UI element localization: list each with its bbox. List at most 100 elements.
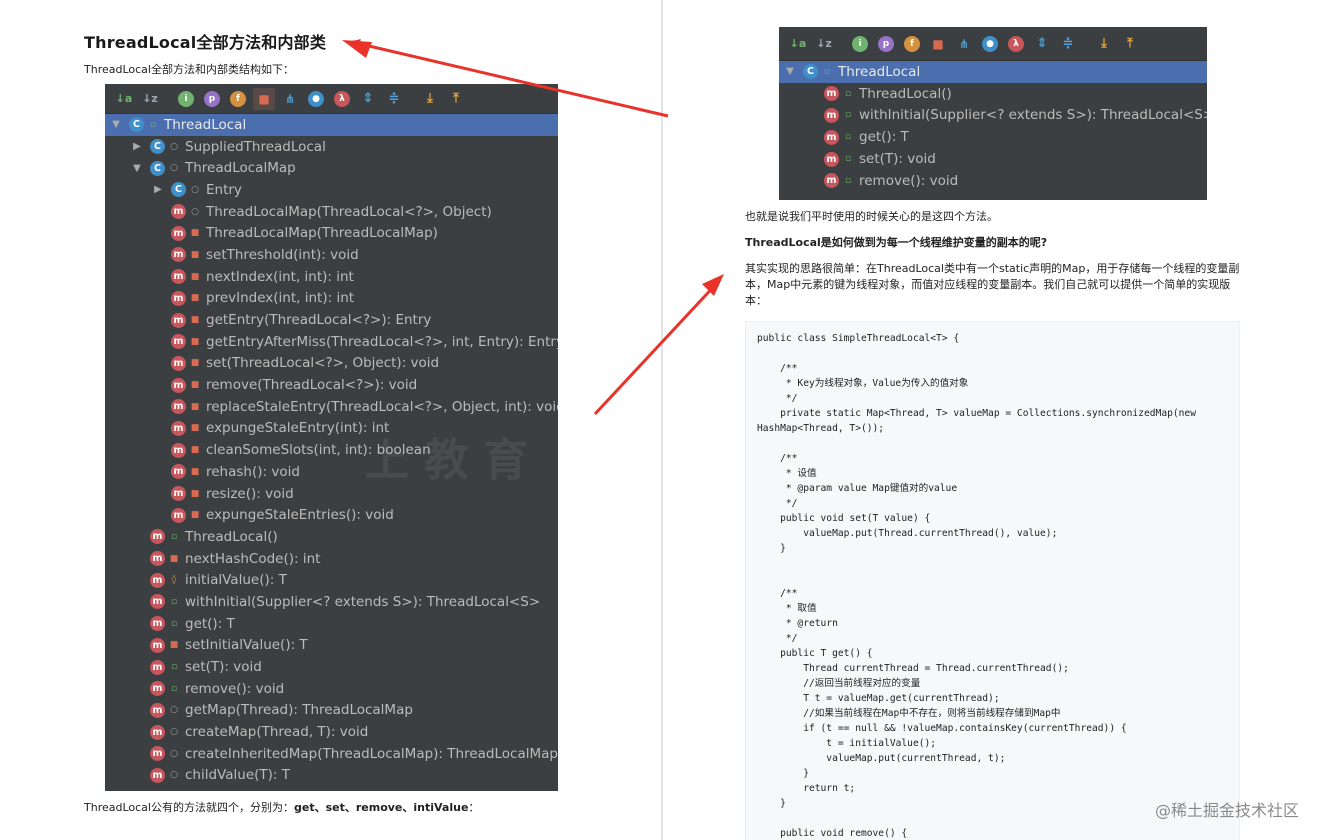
footer-text: ThreadLocal公有的方法就四个，分别为：get、set、remove、i… <box>84 799 479 816</box>
collapsed-arrow-icon[interactable]: ▶ <box>130 141 144 152</box>
private-lock-icon: ■ <box>169 640 179 651</box>
tree-node-label: childValue(T): T <box>185 767 290 784</box>
method-icon: m <box>171 204 186 220</box>
expanded-arrow-icon[interactable]: ▼ <box>783 66 797 77</box>
left-page: ThreadLocal全部方法和内部类 ThreadLocal全部方法和内部类结… <box>0 0 662 840</box>
tree-node[interactable]: m ▫ get(): T <box>779 126 1207 148</box>
collapsed-arrow-icon[interactable]: ▶ <box>151 184 165 195</box>
page-heading: ThreadLocal全部方法和内部类 <box>84 33 327 52</box>
tree-node[interactable]: ▼ C ○ ThreadLocalMap <box>105 157 558 179</box>
info-icon[interactable]: i <box>175 88 197 110</box>
lambda-icon[interactable]: λ <box>331 88 353 110</box>
expanded-arrow-icon[interactable]: ▼ <box>130 163 144 174</box>
tree-node[interactable]: ▼ C ▫ ThreadLocal <box>105 114 558 136</box>
tree-node[interactable]: m ○ createInheritedMap(ThreadLocalMap): Th… <box>105 743 558 765</box>
tree-node[interactable]: m ■ ThreadLocalMap(ThreadLocalMap) <box>105 222 558 244</box>
sort-alpha-icon[interactable]: ↓a <box>787 33 809 55</box>
method-icon: m <box>150 572 165 588</box>
expanded-arrow-icon[interactable]: ▼ <box>109 119 123 130</box>
tree-node[interactable]: m ▫ get(): T <box>105 613 558 635</box>
expand-all-icon[interactable]: ⇕ <box>357 88 379 110</box>
sort-alpha-icon[interactable]: ↓a <box>113 88 135 110</box>
expand-all-icon[interactable]: ⇕ <box>1031 33 1053 55</box>
tree-node-label: get(): T <box>185 615 235 632</box>
tree-node[interactable]: m ■ set(ThreadLocal<?>, Object): void <box>105 353 558 375</box>
circle-icon[interactable]: ● <box>979 33 1001 55</box>
method-icon: m <box>171 507 186 523</box>
tree-node[interactable]: m ■ remove(ThreadLocal<?>): void <box>105 374 558 396</box>
class-icon: C <box>171 182 186 198</box>
public-unlock-icon: ▫ <box>170 618 178 629</box>
tree-node[interactable]: m ▫ set(T): void <box>105 656 558 678</box>
tree-node[interactable]: m ■ getEntryAfterMiss(ThreadLocal<?>, int,… <box>105 331 558 353</box>
hierarchy-icon[interactable]: ⋔ <box>953 33 975 55</box>
collapse-all-icon[interactable]: ≑ <box>1057 33 1079 55</box>
tree-node-label: nextIndex(int, int): int <box>206 268 354 285</box>
tree-node[interactable]: m ■ nextIndex(int, int): int <box>105 266 558 288</box>
field-icon[interactable]: f <box>227 88 249 110</box>
tree-node[interactable]: m ■ replaceStaleEntry(ThreadLocal<?>, Obje… <box>105 396 558 418</box>
summary-text: 也就是说我们平时使用的时候关心的是这四个方法。 <box>745 210 998 223</box>
tree-node[interactable]: m ▫ set(T): void <box>779 148 1207 170</box>
circle-icon[interactable]: ● <box>305 88 327 110</box>
lock-icon[interactable]: ■ <box>927 33 949 55</box>
tree-node[interactable]: m ▫ ThreadLocal() <box>105 526 558 548</box>
tree-node[interactable]: m ○ childValue(T): T <box>105 765 558 787</box>
lock-icon[interactable]: ■ <box>253 87 275 110</box>
tree-node-label: ThreadLocal() <box>859 85 952 102</box>
tree-node[interactable]: m ▫ withInitial(Supplier<? extends S>): Th… <box>105 591 558 613</box>
tree-node[interactable]: m ■ prevIndex(int, int): int <box>105 288 558 310</box>
lambda-icon[interactable]: λ <box>1005 33 1027 55</box>
autoscroll-to-icon[interactable]: ⤓ <box>419 88 441 110</box>
code-line: * 设值 <box>757 468 817 479</box>
package-icon: ○ <box>170 163 178 174</box>
tree-node-label: setInitialValue(): T <box>185 637 308 654</box>
tree-node[interactable]: m ■ setThreshold(int): void <box>105 244 558 266</box>
code-line: //返回当前线程对应的变量 <box>757 678 921 689</box>
field-icon[interactable]: f <box>901 33 923 55</box>
autoscroll-from-icon[interactable]: ⤒ <box>1119 33 1141 55</box>
tree-node[interactable]: m ■ setInitialValue(): T <box>105 635 558 657</box>
sort-type-icon[interactable]: ↓z <box>813 33 835 55</box>
collapse-all-icon[interactable]: ≑ <box>383 88 405 110</box>
tree-node-label: expungeStaleEntry(int): int <box>206 420 390 437</box>
tree-node[interactable]: m ○ ThreadLocalMap(ThreadLocal<?>, Object) <box>105 201 558 223</box>
tree-node-label: rehash(): void <box>206 463 300 480</box>
private-lock-icon: ■ <box>190 510 200 521</box>
method-icon: m <box>150 681 165 697</box>
code-line: HashMap<Thread, T>()); <box>757 423 885 434</box>
tree-node-label: ThreadLocal <box>838 63 921 80</box>
autoscroll-from-icon[interactable]: ⤒ <box>445 88 467 110</box>
sort-type-icon[interactable]: ↓z <box>139 88 161 110</box>
tree-node[interactable]: m ◊ initialValue(): T <box>105 569 558 591</box>
tree-node[interactable]: m ■ expungeStaleEntries(): void <box>105 504 558 526</box>
tree-node[interactable]: ▶ C ○ Entry <box>105 179 558 201</box>
tree-node[interactable]: m ▫ ThreadLocal() <box>779 83 1207 105</box>
property-icon[interactable]: p <box>201 88 223 110</box>
package-icon: ○ <box>170 141 178 152</box>
public-unlock-icon: ▫ <box>844 175 852 186</box>
tree-node-label: createMap(Thread, T): void <box>185 724 369 741</box>
tree-node[interactable]: ▼ C ▫ ThreadLocal <box>779 61 1207 83</box>
public-unlock-icon: ▫ <box>844 88 852 99</box>
structure-panel-full: ↓a ↓z i p f ■ ⋔ ● λ ⇕ ≑ ⤓ ⤒ ▼ C ▫ ThreadLoc… <box>105 84 558 791</box>
tree-node[interactable]: m ▫ withInitial(Supplier<? extends S>): Th… <box>779 105 1207 127</box>
tree-node[interactable]: m ▫ remove(): void <box>779 170 1207 192</box>
tree-node-label: ThreadLocal <box>164 116 247 133</box>
tree-node[interactable]: m ■ getEntry(ThreadLocal<?>): Entry <box>105 309 558 331</box>
tree-node[interactable]: m ■ nextHashCode(): int <box>105 548 558 570</box>
tree-node[interactable]: m ○ createMap(Thread, T): void <box>105 721 558 743</box>
autoscroll-to-icon[interactable]: ⤓ <box>1093 33 1115 55</box>
method-icon: m <box>150 746 165 762</box>
method-icon: m <box>150 551 165 567</box>
code-line: t = initialValue(); <box>757 738 937 749</box>
tree-node[interactable]: m ▫ remove(): void <box>105 678 558 700</box>
property-icon[interactable]: p <box>875 33 897 55</box>
tree-node-label: set(ThreadLocal<?>, Object): void <box>206 355 440 372</box>
code-line: */ <box>757 498 798 509</box>
tree-node[interactable]: m ○ getMap(Thread): ThreadLocalMap <box>105 700 558 722</box>
info-icon[interactable]: i <box>849 33 871 55</box>
method-icon: m <box>150 767 165 783</box>
tree-node[interactable]: ▶ C ○ SuppliedThreadLocal <box>105 136 558 158</box>
hierarchy-icon[interactable]: ⋔ <box>279 88 301 110</box>
